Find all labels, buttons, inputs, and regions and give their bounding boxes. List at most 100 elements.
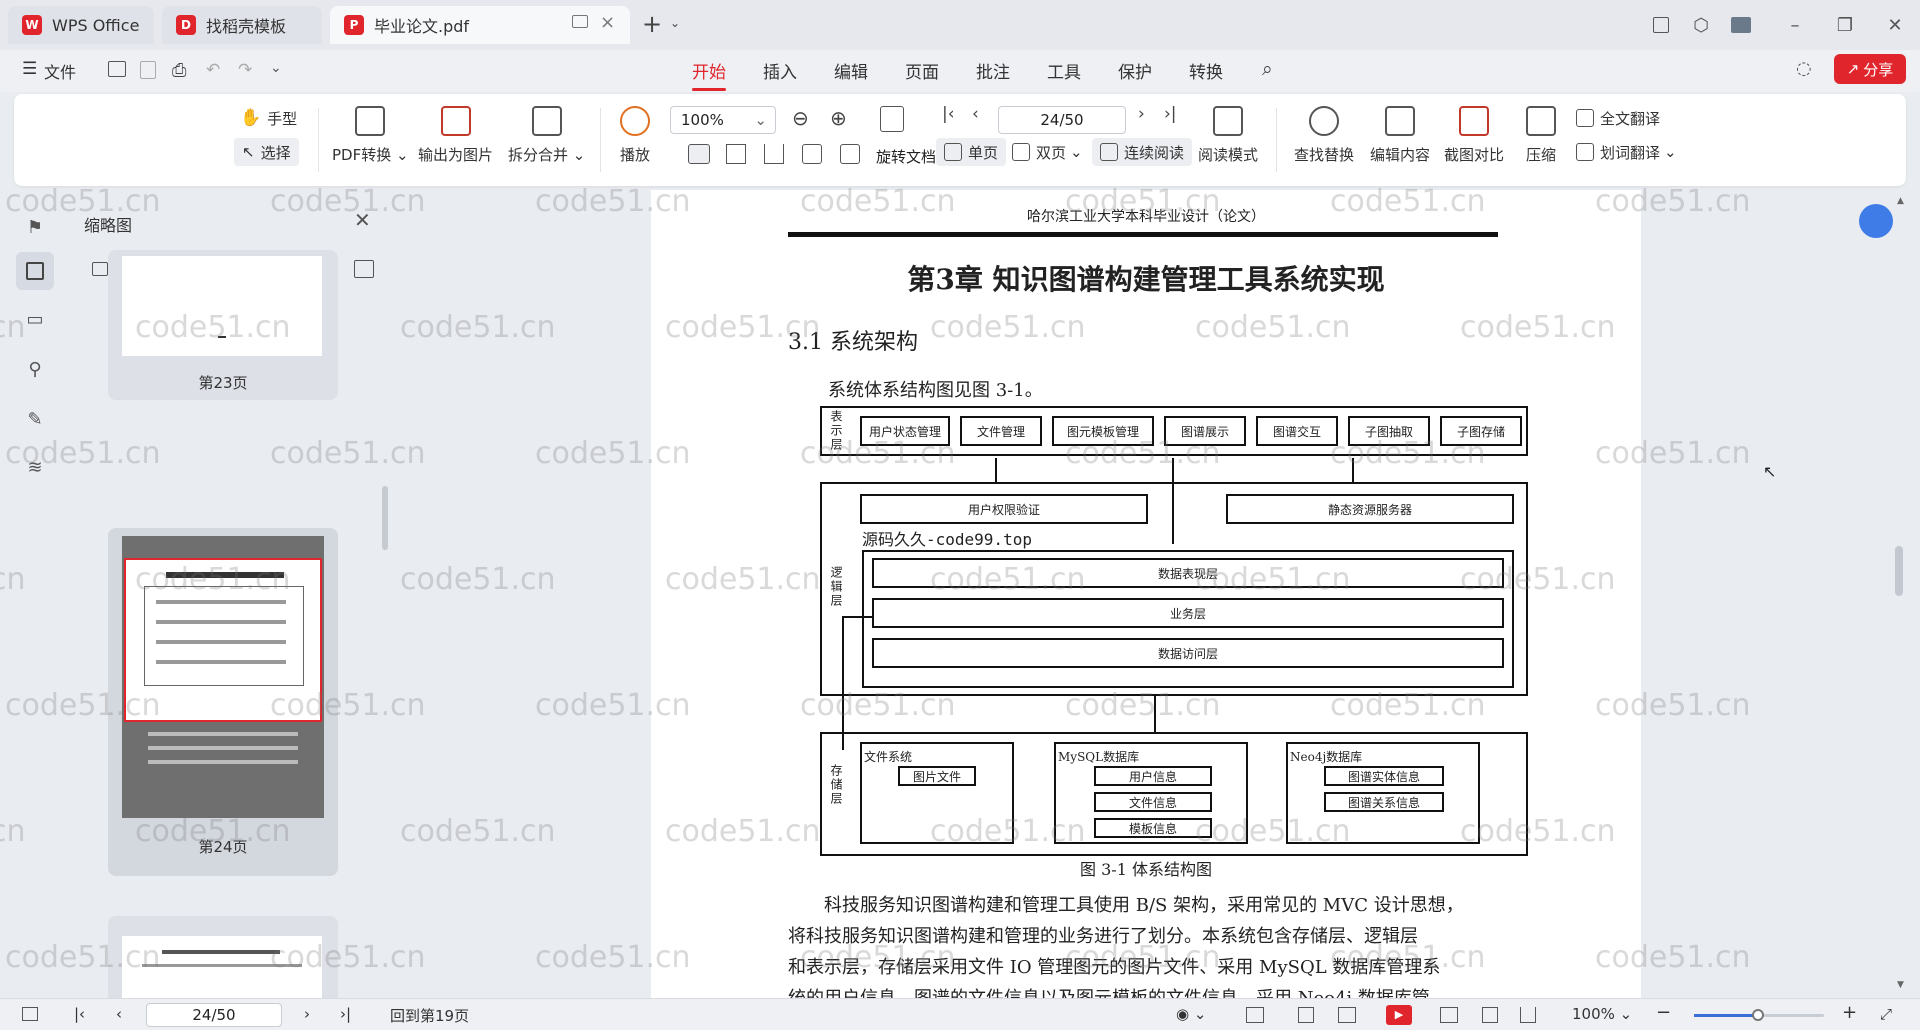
first-page-icon[interactable]: |‹ — [942, 104, 955, 124]
close-panel-icon[interactable]: ✕ — [354, 208, 371, 232]
layout-icon[interactable] — [1646, 10, 1676, 40]
continuous-read-button[interactable]: 连续阅读 — [1092, 138, 1193, 166]
panel-scrollbar[interactable] — [382, 486, 388, 550]
comment-icon[interactable]: ▭ — [22, 306, 48, 332]
menu-convert[interactable]: 转换 — [1189, 58, 1223, 83]
scroll-up-icon[interactable]: ▲ — [1897, 196, 1904, 206]
zoom-select[interactable]: 100% ⌄ — [1572, 1005, 1632, 1023]
print-icon[interactable]: ⎙ — [172, 60, 186, 81]
thumbnail-page-25[interactable] — [108, 916, 338, 1006]
chevron-down-icon[interactable]: ⌄ — [670, 16, 680, 30]
double-view-icon[interactable] — [1338, 1007, 1356, 1023]
eye-icon[interactable]: ◉ ⌄ — [1176, 1005, 1206, 1023]
export-image-button[interactable]: 输出为图片 — [418, 106, 493, 165]
window-icon[interactable] — [572, 15, 588, 28]
hamburger-icon[interactable]: ☰ — [22, 59, 37, 79]
redo-icon[interactable]: ↷ — [238, 60, 252, 80]
floating-assistant-icon[interactable] — [1859, 204, 1893, 238]
tab-wps-office[interactable]: W WPS Office — [8, 6, 154, 44]
menu-page[interactable]: 页面 — [905, 58, 939, 83]
word-translate-button[interactable]: 划词翻译 ⌄ — [1576, 138, 1677, 166]
rotate-right-icon[interactable] — [840, 144, 860, 164]
signature-icon[interactable]: ✎ — [22, 406, 48, 432]
save-icon[interactable] — [140, 61, 156, 79]
share-button[interactable]: ↗ 分享 — [1834, 54, 1906, 84]
full-translate-button[interactable]: 全文翻译 — [1576, 104, 1660, 132]
cube-icon[interactable]: ⬡ — [1686, 10, 1716, 40]
zoom-in-icon[interactable]: + — [1842, 1002, 1857, 1023]
prev-page-icon[interactable]: ‹ — [116, 1005, 122, 1023]
edit-content-button[interactable]: 编辑内容 — [1370, 106, 1430, 165]
page-number-input[interactable]: 24/50 — [146, 1003, 282, 1027]
small-image-icon[interactable] — [92, 262, 108, 276]
rotate-left-icon[interactable] — [802, 144, 822, 164]
bookmark-icon[interactable]: ⚑ — [22, 214, 48, 240]
read-mode-button[interactable]: 阅读模式 — [1198, 106, 1258, 165]
avatar[interactable] — [1726, 10, 1756, 40]
next-page-icon[interactable]: › — [304, 1005, 310, 1023]
undo-icon[interactable]: ↶ — [206, 60, 220, 80]
split-merge-button[interactable]: 拆分合并 ⌄ — [508, 106, 585, 165]
fit-page-icon[interactable] — [726, 144, 746, 164]
slider-handle[interactable] — [1752, 1009, 1764, 1021]
first-page-icon[interactable]: |‹ — [74, 1005, 85, 1023]
open-folder-icon[interactable] — [108, 61, 126, 77]
select-tool-button[interactable]: ↖ 选择 — [234, 138, 299, 166]
last-page-icon[interactable]: ›| — [1164, 104, 1177, 124]
layers-icon[interactable]: ≋ — [22, 454, 48, 480]
find-replace-button[interactable]: 查找替换 — [1294, 106, 1354, 165]
menu-comment[interactable]: 批注 — [976, 58, 1010, 83]
thumbnail-page-24[interactable]: 第24页 — [108, 528, 338, 876]
fit-page-icon[interactable] — [1482, 1007, 1498, 1023]
reader-icon[interactable] — [1440, 1007, 1458, 1023]
close-tab-icon[interactable]: × — [600, 12, 615, 33]
maximize-icon[interactable]: ❐ — [1830, 10, 1860, 40]
sidebar-toggle-icon[interactable] — [22, 1007, 38, 1021]
file-menu[interactable]: 文件 — [44, 59, 76, 83]
screenshot-compare-button[interactable]: 截图对比 — [1444, 106, 1504, 165]
scroll-down-icon[interactable]: ▼ — [1897, 980, 1904, 990]
hand-tool-button[interactable]: ✋ 手型 — [240, 104, 297, 132]
chevron-down-icon[interactable]: ⌄ — [270, 60, 282, 76]
play-icon[interactable]: ▶ — [1386, 1005, 1412, 1025]
document-scrollbar[interactable] — [1895, 546, 1903, 596]
page-number-input[interactable]: 24/50 — [998, 106, 1126, 134]
rotate-document-button[interactable]: 旋转文档 — [876, 146, 936, 167]
tab-template[interactable]: D 找稻壳模板 — [162, 6, 322, 44]
menu-start[interactable]: 开始 — [692, 58, 726, 91]
zoom-select[interactable]: 100% ⌄ — [670, 106, 776, 134]
thumbnail-icon[interactable] — [16, 252, 54, 290]
menu-edit[interactable]: 编辑 — [834, 58, 868, 83]
actual-size-icon[interactable] — [688, 144, 710, 164]
fullscreen-icon[interactable]: ⤢ — [1880, 1005, 1892, 1023]
minimize-icon[interactable]: – — [1780, 10, 1810, 40]
rotate-icon[interactable] — [880, 106, 904, 132]
continuous-view-icon[interactable] — [1246, 1007, 1264, 1023]
attachment-icon[interactable]: ⚲ — [22, 356, 48, 382]
next-page-icon[interactable]: › — [1138, 104, 1145, 124]
prev-page-icon[interactable]: ‹ — [972, 104, 979, 124]
menu-protect[interactable]: 保护 — [1118, 58, 1152, 83]
close-window-icon[interactable]: ✕ — [1880, 10, 1910, 40]
zoom-out-icon[interactable]: − — [1656, 1002, 1671, 1023]
pdf-convert-button[interactable]: PDF转换 ⌄ — [332, 106, 409, 165]
zoom-in-icon[interactable]: ⊕ — [830, 106, 847, 130]
menu-tools[interactable]: 工具 — [1047, 58, 1081, 83]
new-tab-icon[interactable]: + — [642, 10, 662, 38]
last-page-icon[interactable]: ›| — [340, 1005, 351, 1023]
play-button[interactable]: 播放 — [620, 106, 650, 165]
double-page-button[interactable]: 双页 ⌄ — [1012, 138, 1083, 166]
search-icon[interactable]: ⌕ — [1262, 58, 1273, 80]
fit-width-icon[interactable] — [764, 144, 784, 164]
tab-pdf[interactable]: P 毕业论文.pdf × — [330, 6, 630, 44]
single-view-icon[interactable] — [1298, 1007, 1314, 1023]
chat-icon[interactable]: ◌ — [1796, 58, 1812, 79]
zoom-slider[interactable] — [1694, 1009, 1824, 1021]
fit-width-icon[interactable] — [1520, 1007, 1536, 1023]
zoom-out-icon[interactable]: ⊖ — [792, 106, 809, 130]
compress-button[interactable]: 压缩 — [1526, 106, 1556, 165]
menu-insert[interactable]: 插入 — [763, 58, 797, 83]
thumbnail-page-23[interactable]: 第23页 — [108, 250, 338, 400]
large-image-icon[interactable] — [354, 260, 374, 278]
single-page-button[interactable]: 单页 — [936, 138, 1007, 166]
